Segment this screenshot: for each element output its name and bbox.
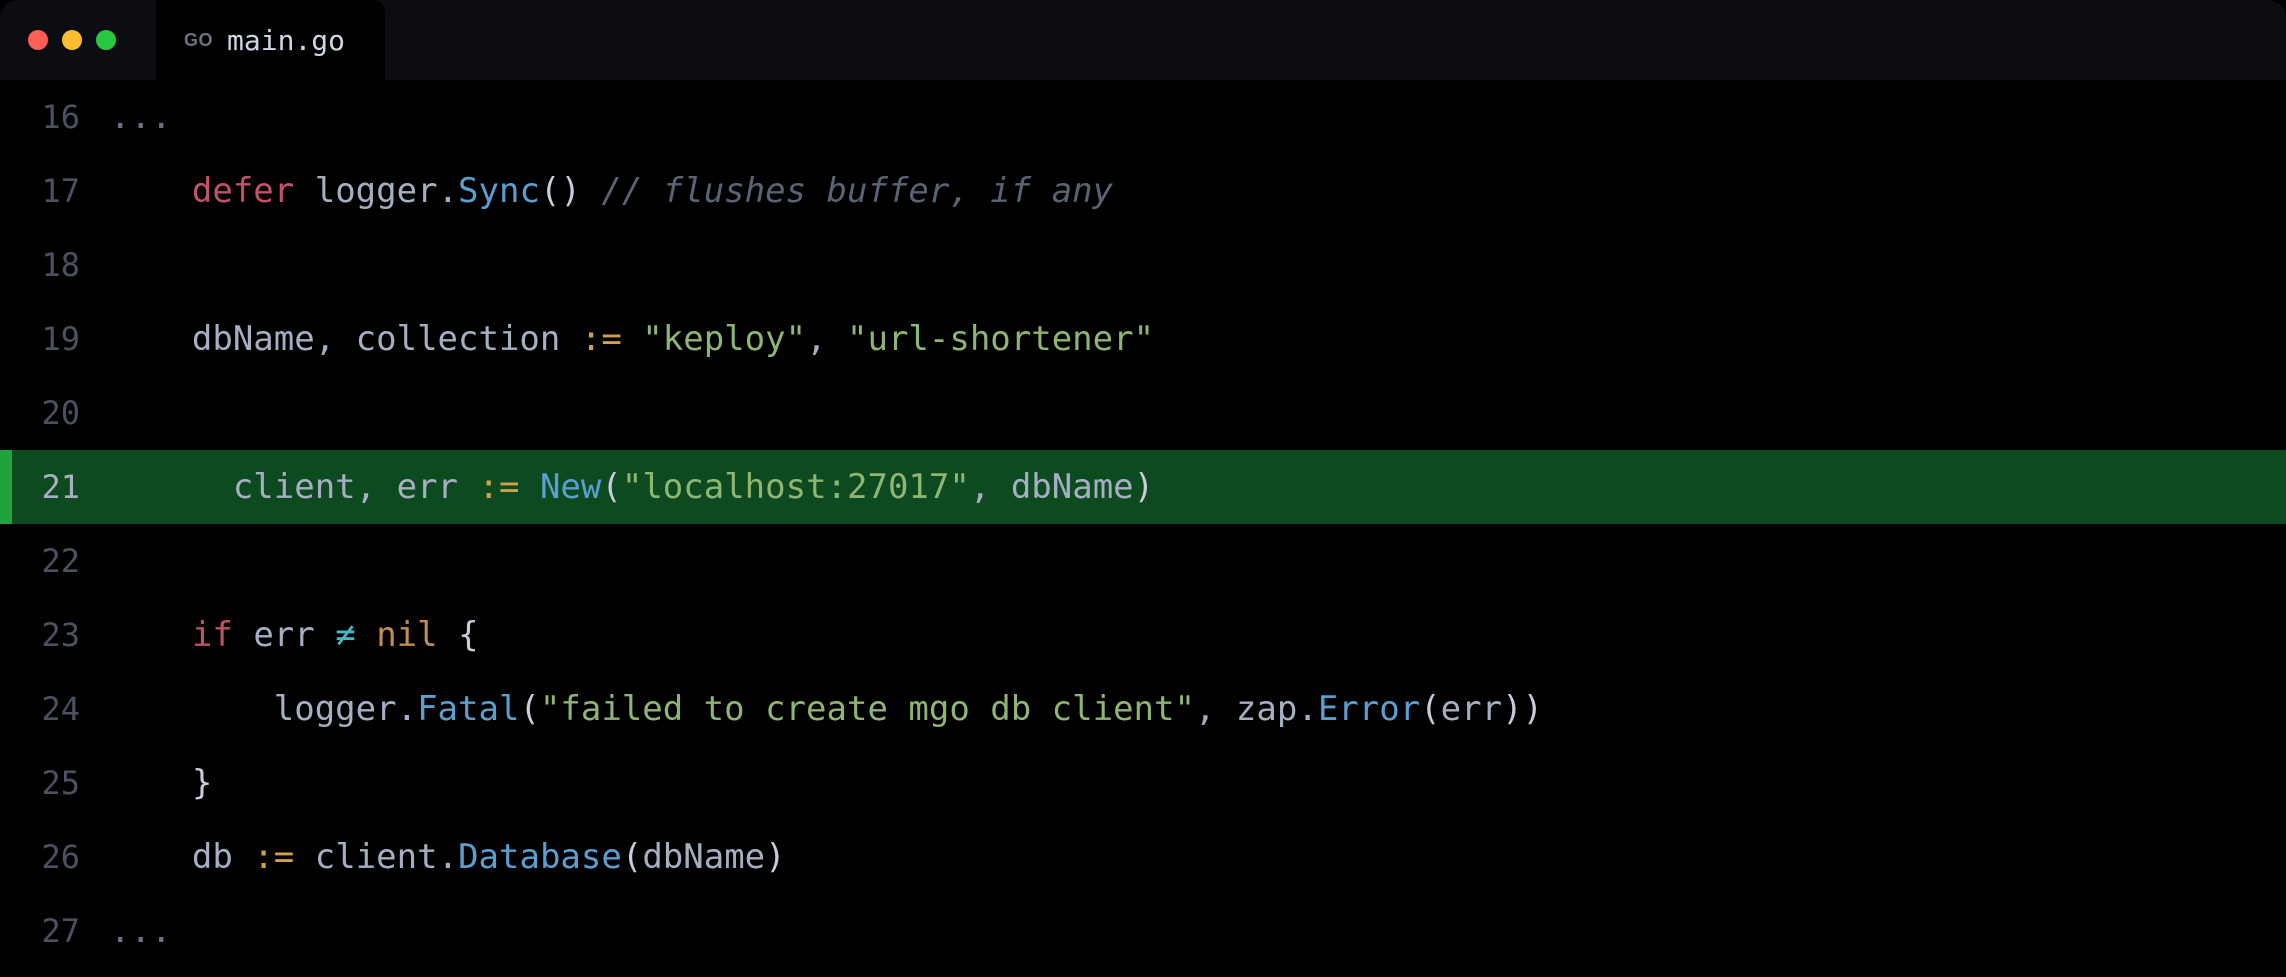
- window-controls: [0, 30, 156, 50]
- function-call: Fatal: [417, 689, 519, 729]
- line-number: 17: [0, 154, 110, 228]
- keyword: if: [192, 615, 233, 655]
- identifier: logger: [274, 689, 397, 729]
- comment: // flushes buffer, if any: [601, 171, 1113, 211]
- code-line[interactable]: 26 db := client.Database(dbName): [0, 820, 2286, 894]
- line-number: 16: [0, 80, 110, 154]
- go-language-icon: GO: [184, 30, 213, 51]
- fold-ellipsis[interactable]: ...: [110, 911, 171, 951]
- string-literal: "failed to create mgo db client": [540, 689, 1195, 729]
- line-number: 18: [0, 228, 110, 302]
- indent: [110, 837, 192, 877]
- string-literal: "keploy": [642, 319, 806, 359]
- indent: [110, 467, 233, 507]
- function-call: New: [540, 467, 601, 507]
- identifier: err: [1441, 689, 1502, 729]
- editor-window: GO main.go 16 ... 17 defer logger.Sync()…: [0, 0, 2286, 977]
- identifier: err: [397, 467, 458, 507]
- string-literal: "localhost:27017": [622, 467, 970, 507]
- indent: [110, 171, 192, 211]
- identifier: dbName: [1011, 467, 1134, 507]
- code-line[interactable]: 23 if err ≠ nil {: [0, 598, 2286, 672]
- minimize-icon[interactable]: [62, 30, 82, 50]
- line-number: 24: [0, 672, 110, 746]
- keyword: defer: [192, 171, 294, 211]
- zoom-icon[interactable]: [96, 30, 116, 50]
- code-line[interactable]: 19 dbName, collection := "keploy", "url-…: [0, 302, 2286, 376]
- close-icon[interactable]: [28, 30, 48, 50]
- line-number: 19: [0, 302, 110, 376]
- identifier: zap: [1236, 689, 1297, 729]
- titlebar: GO main.go: [0, 0, 2286, 80]
- highlight-strip: [0, 450, 12, 524]
- string-literal: "url-shortener": [847, 319, 1154, 359]
- line-number: 27: [0, 894, 110, 968]
- identifier: dbName: [192, 319, 315, 359]
- code-line[interactable]: 24 logger.Fatal("failed to create mgo db…: [0, 672, 2286, 746]
- function-call: Database: [458, 837, 622, 877]
- identifier: client: [315, 837, 438, 877]
- indent: [110, 763, 192, 803]
- operator: ≠: [335, 615, 355, 655]
- identifier: collection: [356, 319, 561, 359]
- line-number: 20: [0, 376, 110, 450]
- function-call: Sync: [458, 171, 540, 211]
- code-line[interactable]: 20: [0, 376, 2286, 450]
- indent: [110, 319, 192, 359]
- tab-title: main.go: [227, 24, 345, 57]
- line-number: 26: [0, 820, 110, 894]
- identifier: err: [253, 615, 314, 655]
- operator: :=: [581, 319, 622, 359]
- line-number: 22: [0, 524, 110, 598]
- code-line[interactable]: 18: [0, 228, 2286, 302]
- code-editor[interactable]: 16 ... 17 defer logger.Sync() // flushes…: [0, 80, 2286, 968]
- code-line[interactable]: 22: [0, 524, 2286, 598]
- line-number: 23: [0, 598, 110, 672]
- code-line[interactable]: 16 ...: [0, 80, 2286, 154]
- operator: :=: [479, 467, 520, 507]
- identifier: logger: [315, 171, 438, 211]
- identifier: db: [192, 837, 233, 877]
- code-line[interactable]: 25 }: [0, 746, 2286, 820]
- operator: :=: [253, 837, 294, 877]
- function-call: Error: [1318, 689, 1420, 729]
- indent: [110, 615, 192, 655]
- code-line[interactable]: 17 defer logger.Sync() // flushes buffer…: [0, 154, 2286, 228]
- code-line-highlighted[interactable]: 21 client, err := New("localhost:27017",…: [0, 450, 2286, 524]
- line-number: 25: [0, 746, 110, 820]
- file-tab[interactable]: GO main.go: [156, 0, 385, 80]
- nil-literal: nil: [376, 615, 437, 655]
- line-number: 21: [0, 450, 110, 524]
- code-line[interactable]: 27 ...: [0, 894, 2286, 968]
- identifier: dbName: [642, 837, 765, 877]
- indent: [110, 689, 274, 729]
- fold-ellipsis[interactable]: ...: [110, 97, 171, 137]
- identifier: client: [233, 467, 356, 507]
